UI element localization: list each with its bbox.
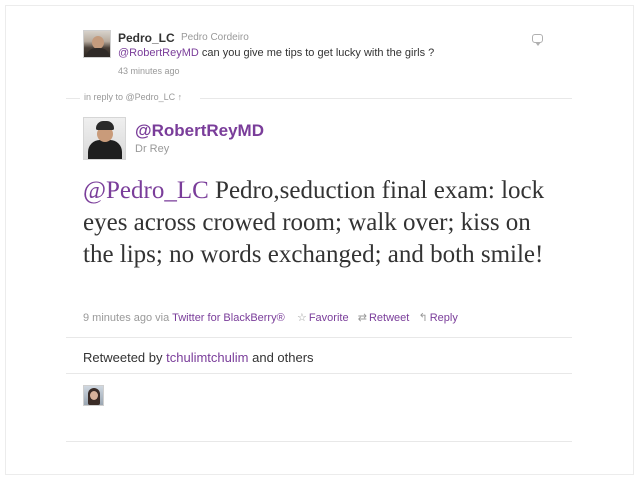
retweet-icon: ⇄ bbox=[357, 312, 367, 324]
user-photo-icon[interactable] bbox=[83, 117, 126, 160]
parent-full-name: Pedro Cordeiro bbox=[181, 32, 249, 43]
reply-arrow-icon: ↰ bbox=[418, 312, 428, 324]
parent-mention-link[interactable]: @RobertReyMD bbox=[118, 47, 199, 59]
divider-right bbox=[200, 98, 572, 99]
source-link[interactable]: Twitter for BlackBerry® bbox=[172, 312, 285, 324]
retweet-label: Retweet bbox=[368, 312, 410, 324]
avatar-body bbox=[88, 140, 122, 159]
reply-button[interactable]: ↰ Reply bbox=[419, 312, 458, 324]
parent-screen-name[interactable]: Pedro_LC bbox=[118, 31, 175, 45]
retweet-button[interactable]: ⇄ Retweet bbox=[358, 312, 410, 324]
avatar-face bbox=[90, 391, 98, 400]
retweeted-prefix: Retweeted by bbox=[83, 350, 163, 365]
retweeted-suffix[interactable]: and others bbox=[252, 350, 313, 365]
main-tweet-text: @Pedro_LC Pedro,seduction final exam: lo… bbox=[83, 175, 563, 271]
main-timestamp[interactable]: 9 minutes ago via bbox=[83, 312, 169, 324]
retweeter-link[interactable]: tchulimtchulim bbox=[166, 350, 248, 365]
parent-tweet-body: can you give me tips to get lucky with t… bbox=[198, 47, 435, 59]
favorite-button[interactable]: ☆ Favorite bbox=[297, 312, 349, 324]
star-icon: ☆ bbox=[296, 312, 307, 324]
retweeted-by: Retweeted by tchulimtchulim and others bbox=[83, 350, 314, 365]
divider bbox=[66, 373, 572, 374]
user-photo-icon[interactable] bbox=[83, 30, 111, 58]
favorite-label: Favorite bbox=[308, 312, 349, 324]
reply-label: Reply bbox=[429, 312, 458, 324]
avatar-shoulders bbox=[86, 48, 110, 57]
parent-timestamp[interactable]: 43 minutes ago bbox=[118, 66, 180, 76]
reply-bubble-icon[interactable] bbox=[532, 34, 543, 46]
main-screen-name[interactable]: @RobertReyMD bbox=[135, 121, 264, 141]
main-full-name: Dr Rey bbox=[135, 143, 170, 155]
main-mention-link[interactable]: @Pedro_LC bbox=[83, 177, 209, 204]
in-reply-to-link[interactable]: in reply to @Pedro_LC ↑ bbox=[81, 92, 186, 102]
parent-tweet: Pedro_LC Pedro Cordeiro @RobertReyMD can… bbox=[83, 30, 558, 82]
avatar-hair bbox=[96, 121, 114, 130]
tweet-meta: 9 minutes ago via Twitter for BlackBerry… bbox=[83, 311, 458, 324]
user-photo-icon[interactable] bbox=[83, 385, 104, 406]
parent-tweet-text: @RobertReyMD can you give me tips to get… bbox=[118, 47, 434, 59]
divider bbox=[66, 337, 572, 338]
divider-left bbox=[66, 98, 80, 99]
divider bbox=[66, 441, 572, 442]
